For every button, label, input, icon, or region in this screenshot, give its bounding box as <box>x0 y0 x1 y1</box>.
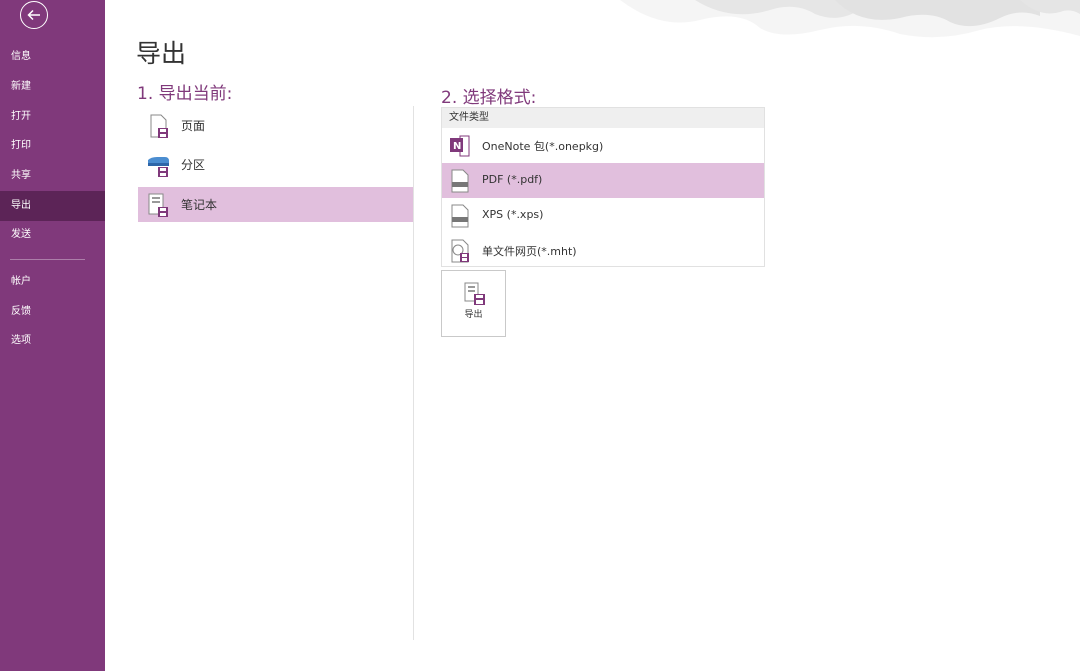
export-option-label: 笔记本 <box>181 198 218 212</box>
format-option-label: 单文件网页(*.mht) <box>482 245 577 258</box>
export-icon <box>464 282 485 305</box>
xps-file-icon <box>451 204 469 228</box>
nav-item-account[interactable]: 帐户 <box>0 267 105 297</box>
export-current-heading: 1. 导出当前: <box>137 84 233 104</box>
page-title: 导出 <box>136 39 187 68</box>
nav-item-share[interactable]: 共享 <box>0 161 105 191</box>
back-button[interactable] <box>20 1 48 29</box>
pdf-file-icon <box>451 169 469 193</box>
format-option-xps[interactable]: XPS (*.xps) <box>442 198 764 233</box>
page-icon <box>150 114 168 138</box>
format-option-label: PDF (*.pdf) <box>482 173 543 186</box>
export-option-notebook[interactable]: 笔记本 <box>138 187 413 222</box>
format-option-pdf[interactable]: PDF (*.pdf) <box>442 163 764 198</box>
nav-item-export[interactable]: 导出 <box>0 191 105 221</box>
nav-item-options[interactable]: 选项 <box>0 326 105 356</box>
nav-divider <box>10 259 85 260</box>
section-icon <box>148 157 169 177</box>
format-column-header: 文件类型 <box>442 108 764 128</box>
nav-item-feedback[interactable]: 反馈 <box>0 297 105 327</box>
export-button[interactable]: 导出 <box>441 270 506 337</box>
export-button-label: 导出 <box>464 310 483 320</box>
back-arrow-icon <box>27 9 40 21</box>
panel-divider <box>413 106 414 640</box>
nav-item-open[interactable]: 打开 <box>0 102 105 132</box>
format-option-mht[interactable]: 单文件网页(*.mht) <box>442 233 764 268</box>
nav-item-print[interactable]: 打印 <box>0 131 105 161</box>
format-heading: 2. 选择格式: <box>441 88 537 108</box>
backstage-sidebar: 信息 新建 打开 打印 共享 导出 发送 帐户 反馈 选项 <box>0 0 105 671</box>
format-option-label: XPS (*.xps) <box>482 208 544 221</box>
export-option-page[interactable]: 页面 <box>138 108 413 143</box>
header-decoration <box>620 0 1080 38</box>
format-option-label: OneNote 包(*.onepkg) <box>482 140 604 153</box>
export-option-label: 页面 <box>181 119 206 133</box>
format-list: 文件类型 N OneNote 包(*.onepkg) PDF (*.pdf) X… <box>441 107 765 267</box>
web-page-icon <box>451 239 469 263</box>
nav-item-info[interactable]: 信息 <box>0 42 105 72</box>
export-option-section[interactable]: 分区 <box>138 147 413 182</box>
notebook-icon <box>148 193 168 217</box>
svg-text:N: N <box>453 141 461 152</box>
format-option-onepkg[interactable]: N OneNote 包(*.onepkg) <box>442 128 764 163</box>
export-option-label: 分区 <box>181 158 206 172</box>
onenote-icon: N <box>450 135 470 157</box>
nav-item-new[interactable]: 新建 <box>0 72 105 102</box>
nav-item-send[interactable]: 发送 <box>0 220 105 250</box>
